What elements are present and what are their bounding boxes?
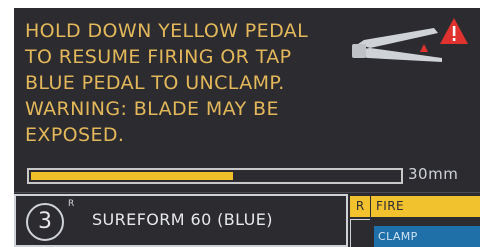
stapler-handle [352,44,366,58]
fire-pedal-indicator: R FIRE [350,196,480,217]
divider [14,192,480,193]
reload-name: SUREFORM 60 (BLUE) [92,210,273,229]
arm-side-indicator: R [68,199,75,209]
warning-line: WARNING: BLADE MAY BE [25,98,279,120]
warning-line: EXPOSED. [25,124,125,146]
instrument-panel: 3 R SUREFORM 60 (BLUE) [14,194,348,247]
instruction-message: HOLD DOWN YELLOW PEDAL TO RESUME FIRING … [25,18,355,148]
blade-marker [420,44,428,52]
pedal-slot [350,219,370,247]
message-line: TO RESUME FIRING OR TAP [25,46,292,68]
stapler-status-screen: HOLD DOWN YELLOW PEDAL TO RESUME FIRING … [14,8,480,247]
message-line: BLUE PEDAL TO UNCLAMP. [25,72,285,94]
message-line: HOLD DOWN YELLOW PEDAL [25,20,309,42]
arm-number: 3 [26,203,64,241]
clamp-pedal-indicator: CLAMP [374,226,480,247]
pedal-status: R FIRE CLAMP [350,196,480,247]
firing-progress-fill [31,172,234,180]
clamp-pedal-label: CLAMP [378,230,418,243]
stapler-icon [352,18,468,62]
fire-pedal-label: FIRE [376,199,404,213]
firing-progress-label: 30mm [408,165,459,183]
warning-triangle-icon [440,18,468,44]
stapler-lower-jaw [356,48,442,62]
fire-pedal-side: R [350,196,371,217]
firing-progress-bar [27,168,403,184]
stapler-upper-jaw [358,28,438,48]
